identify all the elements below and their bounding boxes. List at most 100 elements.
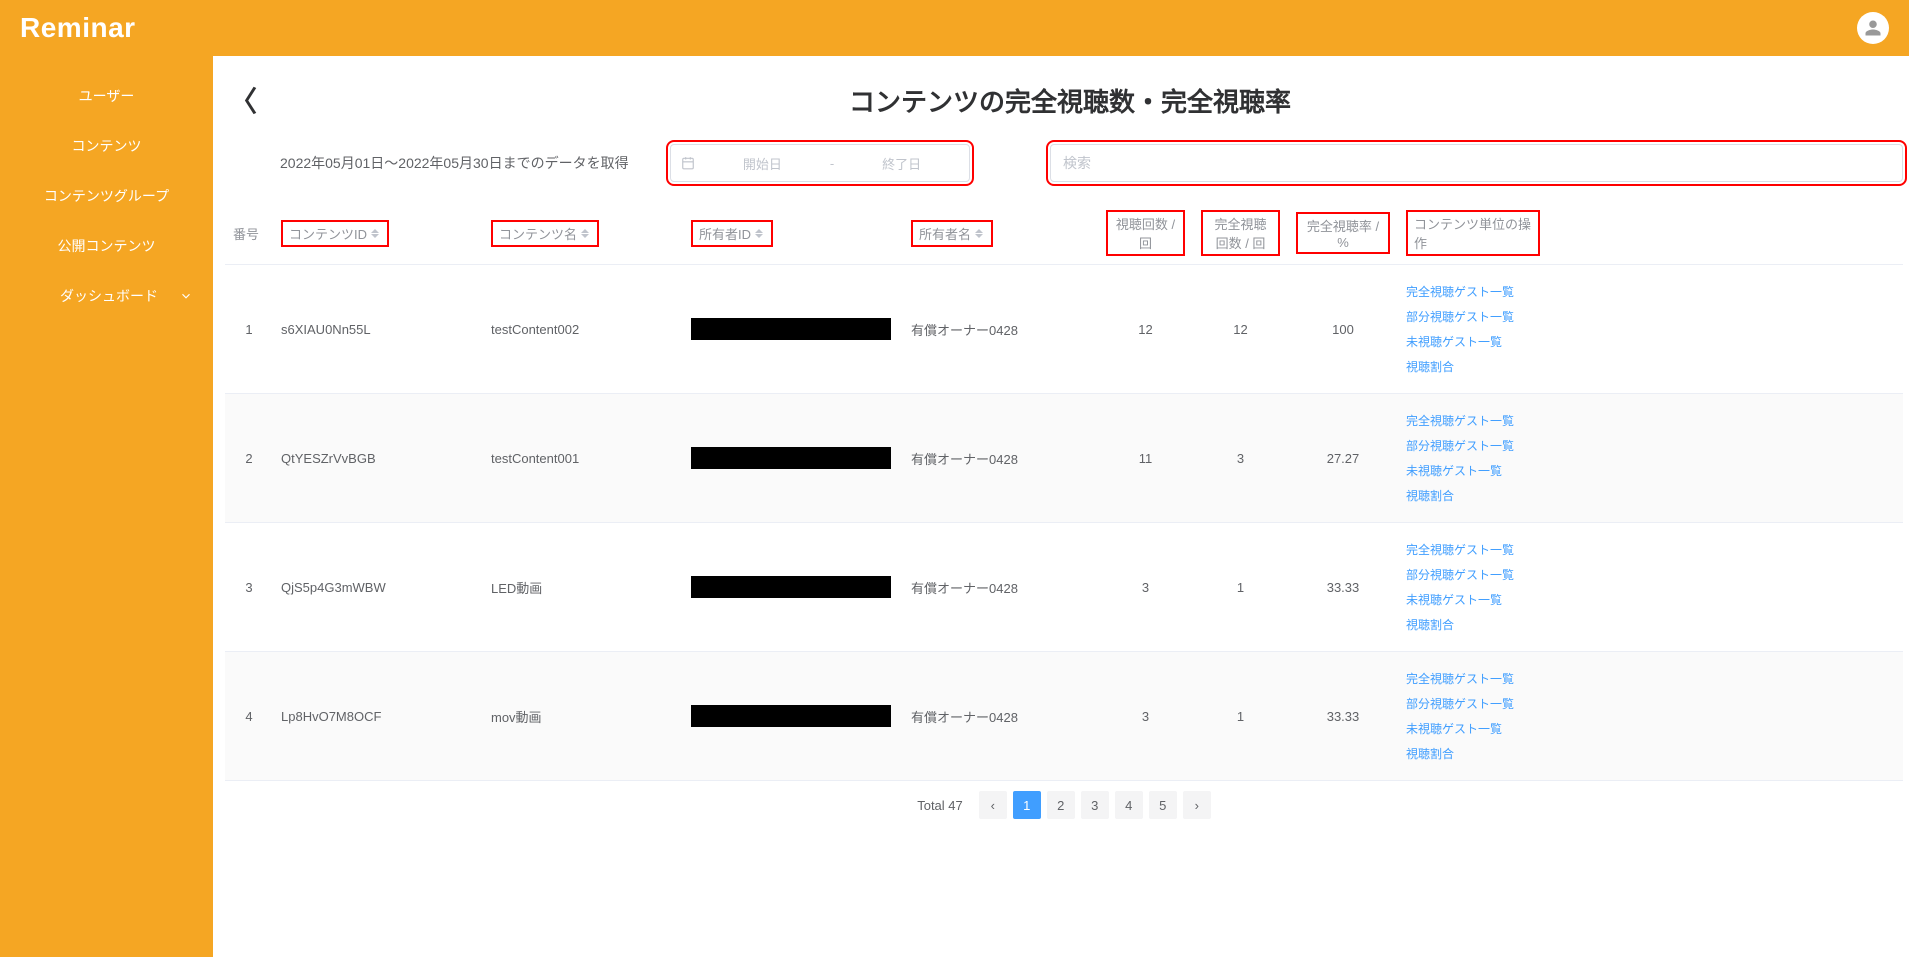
table-row: 1 s6XIAU0Nn55L testContent002 有償オーナー0428… xyxy=(225,265,1903,394)
sidebar-item-users[interactable]: ユーザー xyxy=(0,71,213,121)
sidebar-item-contents[interactable]: コンテンツ xyxy=(0,121,213,171)
cell-operations: 完全視聴ゲスト一覧 部分視聴ゲスト一覧 未視聴ゲスト一覧 視聴割合 xyxy=(1398,670,1548,762)
link-partial-view-guests[interactable]: 部分視聴ゲスト一覧 xyxy=(1406,437,1540,454)
cell-owner-name: 有償オーナー0428 xyxy=(903,578,1098,597)
link-no-view-guests[interactable]: 未視聴ゲスト一覧 xyxy=(1406,462,1540,479)
th-label: 所有者名 xyxy=(919,224,971,243)
page-title: コンテンツの完全視聴数・完全視聴率 xyxy=(277,82,1863,119)
th-views[interactable]: 視聴回数 / 回 xyxy=(1098,210,1193,256)
cell-index: 2 xyxy=(225,451,273,466)
avatar[interactable] xyxy=(1857,12,1889,44)
cell-owner-name: 有償オーナー0428 xyxy=(903,320,1098,339)
cell-content-id: QtYESZrVvBGB xyxy=(273,451,483,466)
pagination-page[interactable]: 3 xyxy=(1081,791,1109,819)
cell-operations: 完全視聴ゲスト一覧 部分視聴ゲスト一覧 未視聴ゲスト一覧 視聴割合 xyxy=(1398,412,1548,504)
cell-views: 12 xyxy=(1098,322,1193,337)
th-label: コンテンツID xyxy=(289,224,367,243)
link-view-ratio[interactable]: 視聴割合 xyxy=(1406,616,1540,633)
cell-complete-rate: 100 xyxy=(1288,322,1398,337)
cell-content-name: testContent001 xyxy=(483,451,683,466)
cell-owner-id xyxy=(683,447,903,469)
sidebar-item-label: 公開コンテンツ xyxy=(58,236,156,256)
sidebar-item-label: ユーザー xyxy=(79,86,135,106)
th-complete-views[interactable]: 完全視聴回数 / 回 xyxy=(1193,210,1288,256)
table-row: 3 QjS5p4G3mWBW LED動画 有償オーナー0428 3 1 33.3… xyxy=(225,523,1903,652)
cell-content-id: QjS5p4G3mWBW xyxy=(273,580,483,595)
cell-content-name: mov動画 xyxy=(483,707,683,726)
cell-index: 4 xyxy=(225,709,273,724)
th-label: 所有者ID xyxy=(699,224,751,243)
cell-complete-rate: 27.27 xyxy=(1288,451,1398,466)
th-owner-id[interactable]: 所有者ID xyxy=(683,220,903,247)
th-label: 完全視聴率 / % xyxy=(1304,216,1382,250)
th-owner-name[interactable]: 所有者名 xyxy=(903,220,1098,247)
sidebar: ユーザー コンテンツ コンテンツグループ 公開コンテンツ ダッシュボード xyxy=(0,56,213,957)
th-label: 番号 xyxy=(233,224,259,243)
pagination-page[interactable]: 1 xyxy=(1013,791,1041,819)
link-view-ratio[interactable]: 視聴割合 xyxy=(1406,358,1540,375)
link-no-view-guests[interactable]: 未視聴ゲスト一覧 xyxy=(1406,333,1540,350)
link-partial-view-guests[interactable]: 部分視聴ゲスト一覧 xyxy=(1406,566,1540,583)
logo: Reminar xyxy=(20,12,136,44)
cell-content-name: LED動画 xyxy=(483,578,683,597)
pagination-page[interactable]: 2 xyxy=(1047,791,1075,819)
sidebar-item-public-contents[interactable]: 公開コンテンツ xyxy=(0,221,213,271)
sidebar-item-dashboard[interactable]: ダッシュボード xyxy=(0,271,213,321)
th-content-name[interactable]: コンテンツ名 xyxy=(483,220,683,247)
cell-index: 3 xyxy=(225,580,273,595)
link-partial-view-guests[interactable]: 部分視聴ゲスト一覧 xyxy=(1406,308,1540,325)
date-separator: - xyxy=(830,156,834,171)
sidebar-item-content-groups[interactable]: コンテンツグループ xyxy=(0,171,213,221)
pagination-total: Total 47 xyxy=(917,798,963,813)
back-button[interactable]: 〈 xyxy=(229,80,257,120)
cell-complete-views: 1 xyxy=(1193,709,1288,724)
sort-icon xyxy=(975,229,985,238)
sidebar-item-label: コンテンツグループ xyxy=(44,186,169,206)
sort-icon xyxy=(371,229,381,238)
cell-complete-views: 12 xyxy=(1193,322,1288,337)
cell-operations: 完全視聴ゲスト一覧 部分視聴ゲスト一覧 未視聴ゲスト一覧 視聴割合 xyxy=(1398,283,1548,375)
date-range-label: 2022年05月01日～2022年05月30日までのデータを取得 xyxy=(280,153,650,173)
link-full-view-guests[interactable]: 完全視聴ゲスト一覧 xyxy=(1406,670,1540,687)
pagination-prev[interactable]: ‹ xyxy=(979,791,1007,819)
th-content-id[interactable]: コンテンツID xyxy=(273,220,483,247)
cell-owner-id xyxy=(683,318,903,340)
date-end-placeholder: 終了日 xyxy=(844,154,959,173)
pagination-next[interactable]: › xyxy=(1183,791,1211,819)
pagination-page[interactable]: 5 xyxy=(1149,791,1177,819)
th-label: コンテンツ単位の操作 xyxy=(1414,214,1532,252)
link-full-view-guests[interactable]: 完全視聴ゲスト一覧 xyxy=(1406,541,1540,558)
link-view-ratio[interactable]: 視聴割合 xyxy=(1406,487,1540,504)
redacted-block xyxy=(691,705,891,727)
cell-owner-id xyxy=(683,576,903,598)
th-complete-rate[interactable]: 完全視聴率 / % xyxy=(1288,212,1398,254)
pagination-page[interactable]: 4 xyxy=(1115,791,1143,819)
cell-complete-rate: 33.33 xyxy=(1288,580,1398,595)
link-no-view-guests[interactable]: 未視聴ゲスト一覧 xyxy=(1406,591,1540,608)
th-index: 番号 xyxy=(225,224,273,243)
cell-complete-views: 3 xyxy=(1193,451,1288,466)
link-partial-view-guests[interactable]: 部分視聴ゲスト一覧 xyxy=(1406,695,1540,712)
table-row: 2 QtYESZrVvBGB testContent001 有償オーナー0428… xyxy=(225,394,1903,523)
th-operations: コンテンツ単位の操作 xyxy=(1398,210,1548,256)
cell-complete-views: 1 xyxy=(1193,580,1288,595)
cell-complete-rate: 33.33 xyxy=(1288,709,1398,724)
cell-content-id: Lp8HvO7M8OCF xyxy=(273,709,483,724)
cell-content-name: testContent002 xyxy=(483,322,683,337)
date-range-picker[interactable]: 開始日 - 終了日 xyxy=(670,144,970,182)
date-start-placeholder: 開始日 xyxy=(705,154,820,173)
link-view-ratio[interactable]: 視聴割合 xyxy=(1406,745,1540,762)
th-label: 完全視聴回数 / 回 xyxy=(1209,214,1272,252)
chevron-down-icon xyxy=(179,289,193,303)
user-icon xyxy=(1864,19,1882,37)
link-full-view-guests[interactable]: 完全視聴ゲスト一覧 xyxy=(1406,412,1540,429)
cell-content-id: s6XIAU0Nn55L xyxy=(273,322,483,337)
redacted-block xyxy=(691,318,891,340)
link-full-view-guests[interactable]: 完全視聴ゲスト一覧 xyxy=(1406,283,1540,300)
cell-index: 1 xyxy=(225,322,273,337)
cell-owner-name: 有償オーナー0428 xyxy=(903,707,1098,726)
th-label: コンテンツ名 xyxy=(499,224,577,243)
link-no-view-guests[interactable]: 未視聴ゲスト一覧 xyxy=(1406,720,1540,737)
sort-icon xyxy=(581,229,591,238)
search-input[interactable]: 検索 xyxy=(1050,144,1903,182)
